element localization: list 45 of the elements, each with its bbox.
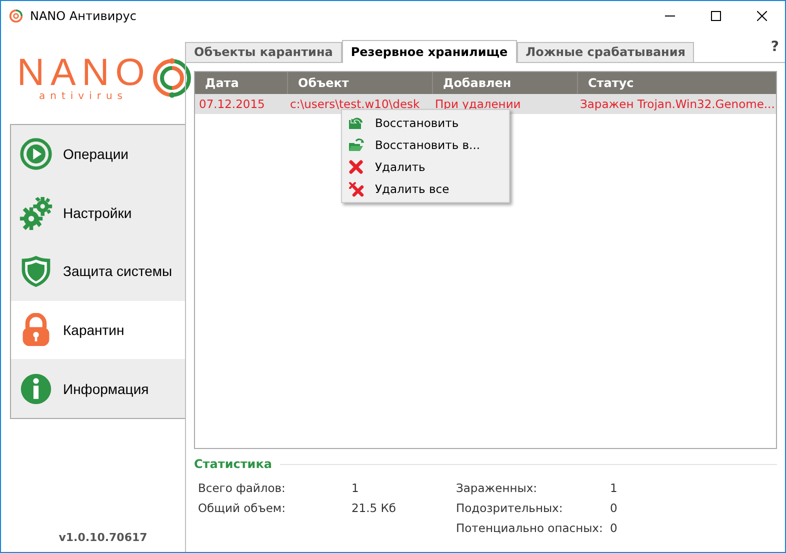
logo-tagline: antivirus (39, 92, 128, 102)
table-cell-text: 07.12.2015 (198, 97, 266, 111)
menu-item[interactable]: Восстановить (342, 112, 509, 134)
menu-item[interactable]: Удалить (342, 156, 509, 178)
table-cell-text: Заражен Trojan.Win32.Genome.... (579, 97, 776, 111)
tab[interactable]: Объекты карантина (185, 42, 342, 62)
folder-icon (348, 137, 364, 153)
window-title: NANO Антивирус (30, 9, 136, 23)
stat-value: 0 (610, 501, 618, 515)
tab[interactable]: Резервное хранилище (342, 40, 517, 63)
stat-label: Зараженных: (456, 481, 538, 495)
table-cell-text: При удалении (434, 97, 522, 111)
sidebar-item[interactable]: Операции (11, 125, 185, 184)
column-header[interactable]: Дата (195, 72, 287, 94)
maximize-icon (711, 11, 721, 21)
sidebar-item[interactable]: Настройки (11, 184, 185, 242)
play-icon (19, 137, 53, 172)
sidebar-item[interactable]: Информация (11, 359, 185, 418)
gears-icon (19, 196, 53, 230)
sidebar-item[interactable]: Карантин (11, 300, 185, 360)
table-cell-text: c:\users\test.w10\desk (289, 97, 421, 111)
stat-value: 1 (351, 481, 360, 495)
stat-value: 21.5 Кб (351, 501, 397, 515)
tab[interactable]: Ложные срабатывания (516, 42, 694, 62)
help-button[interactable]: ? (770, 39, 779, 55)
stat-label: Всего файлов: (198, 481, 286, 495)
app-logo-icon (9, 9, 23, 23)
menu-item[interactable]: Восстановить в... (342, 134, 509, 156)
stat-value: 1 (610, 481, 618, 495)
stat-label: Подозрительных: (456, 501, 564, 515)
stat-label: Потенциально опасных: (456, 521, 604, 535)
delete-icon (348, 159, 364, 175)
menu-item[interactable]: Удалить все (342, 178, 509, 200)
info-icon (19, 372, 53, 406)
logo-ring-icon (152, 58, 192, 98)
delete-all-icon (348, 181, 364, 197)
version-label: v1.0.10.70617 (58, 531, 148, 544)
logo-wordmark: NANO (17, 54, 151, 92)
stat-label: Общий объем: (198, 501, 286, 515)
section-title: Статистика (194, 457, 272, 471)
stat-value: 0 (610, 521, 618, 535)
shield-icon (19, 254, 53, 288)
sidebar-item[interactable]: Защита системы (11, 242, 185, 301)
close-icon (757, 11, 767, 21)
undo-icon (348, 115, 364, 131)
